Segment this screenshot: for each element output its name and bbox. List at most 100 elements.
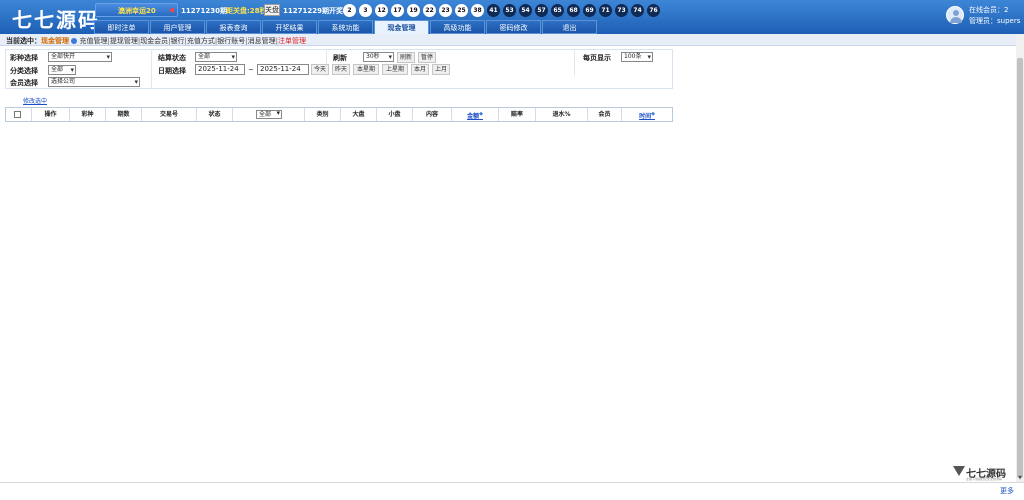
select-all-cell [6,108,32,121]
settle-select[interactable]: 全部 [195,52,237,62]
today-button[interactable]: 今天 [311,64,329,75]
site-logo: 七七源码 [12,8,100,32]
col-big-market: 大盘 [341,108,377,121]
sort-icon: ◆ [479,111,483,117]
refresh-label: 刷新 [333,54,347,62]
this-month-button[interactable]: 本月 [411,64,429,75]
col-status: 状态 [197,108,233,121]
select-all-checkbox[interactable] [14,111,21,118]
subnav-recharge[interactable]: 充值管理 [79,37,107,45]
result-ball: 65 [551,4,564,17]
result-ball: 76 [647,4,660,17]
tab-reports[interactable]: 报表查询 [206,20,261,34]
pause-button[interactable]: 暂停 [418,52,436,63]
time-sort-link[interactable]: 时间 [639,113,651,120]
tab-draw-results[interactable]: 开奖结果 [262,20,317,34]
result-ball: 41 [487,4,500,17]
yesterday-button[interactable]: 昨天 [332,64,350,75]
member-select[interactable]: 选择公司 [48,77,140,87]
result-ball: 3 [359,4,372,17]
this-week-button[interactable]: 本星期 [353,64,379,75]
col-status-filter: 全部 [233,108,305,121]
col-type: 类别 [305,108,341,121]
col-content: 内容 [413,108,452,121]
tab-live-bets[interactable]: 即时注单 [94,20,149,34]
amount-sort-link[interactable]: 金额 [467,113,479,120]
tab-logout[interactable]: 退出 [542,20,597,34]
col-odds: 赔率 [499,108,536,121]
refresh-interval-select[interactable]: 30秒 [363,52,394,62]
refresh-button[interactable]: 刷新 [397,52,415,63]
col-member: 会员 [588,108,622,121]
avatar-icon[interactable] [946,6,964,24]
lottery-selector[interactable]: 澳洲幸运20 ◀ [95,3,178,17]
scroll-down-icon[interactable]: ▼ [1016,474,1024,482]
date-to-field[interactable]: 2025-11-24 [257,64,309,75]
user-info: 在线会员：2 管理员：supers [946,4,1024,30]
close-market-button[interactable]: 关盘 [264,4,280,16]
settle-label: 结算状态 [158,54,186,62]
admin-user: 管理员：supers [969,17,1021,25]
page-size-select[interactable]: 100条 [621,52,653,62]
result-ball: 68 [567,4,580,17]
last-week-button[interactable]: 上星期 [382,64,408,75]
result-ball: 69 [583,4,596,17]
result-ball: 38 [471,4,484,17]
tab-advanced[interactable]: 高级功能 [430,20,485,34]
category-label: 分类选择 [10,67,38,75]
close-countdown: 距关盘:28秒 [226,7,267,15]
sort-icon: ◆ [651,111,655,117]
lottery-select[interactable]: 全部快开 [48,52,112,62]
col-issue: 期数 [106,108,142,121]
chevron-down-icon: ◀ [168,6,174,14]
result-ball: 73 [615,4,628,17]
result-ball: 74 [631,4,644,17]
col-small-market: 小盘 [377,108,413,121]
category-select[interactable]: 全部 [48,65,76,75]
col-rebate: 退水% [536,108,588,121]
scroll-thumb[interactable] [1017,58,1023,478]
result-ball: 2 [343,4,356,17]
result-ball: 71 [599,4,612,17]
lottery-label: 彩种选择 [10,54,38,62]
footer-bar: 更多 [0,482,1024,500]
logo-triangle-icon [953,466,965,476]
tab-change-password[interactable]: 密码修改 [486,20,541,34]
date-from-field[interactable]: 2025-11-24 [195,64,245,75]
subnav-bank-account[interactable]: 银行账号 [217,37,245,45]
bets-table-header: 操作 彩种 期数 交易号 状态 全部 类别 大盘 小盘 内容 金额◆ 赔率 退水… [5,107,673,122]
col-amount[interactable]: 金额◆ [452,108,499,121]
last-month-button[interactable]: 上月 [432,64,450,75]
date-label: 日期选择 [158,67,186,75]
page-size-label: 每页显示 [583,54,611,62]
subnav-cash-members[interactable]: 现金会员 [140,37,168,45]
subnav-withdraw[interactable]: 提现管理 [110,37,138,45]
site-watermark: 七七源码 全站下载最稳定安全的源码 [953,465,1017,483]
status-filter-select[interactable]: 全部 [256,110,282,119]
previous-issue: 11271229期开奖 [283,7,343,15]
col-action: 操作 [32,108,70,121]
dot-icon [71,38,78,44]
result-ball: 12 [375,4,388,17]
current-label: 当前选中： [6,37,41,45]
tab-user-management[interactable]: 用户管理 [150,20,205,34]
current-issue: 11271230期 [181,7,227,15]
member-label: 会员选择 [10,79,38,87]
current-section: 现金管理 [41,37,69,45]
col-time[interactable]: 时间◆ [622,108,672,121]
subnav-bet-management[interactable]: 注单管理 [278,37,306,45]
result-ball: 57 [535,4,548,17]
result-balls: 2 3 12 17 19 22 23 25 38 41 53 54 57 65 … [343,4,660,17]
subnav-messages[interactable]: 消息管理 [248,37,276,45]
main-tabs: 即时注单 用户管理 报表查询 开奖结果 系统功能 现金管理 高级功能 密码修改 … [94,20,597,34]
more-link[interactable]: 更多 [1000,486,1014,496]
subnav-recharge-method[interactable]: 充值方式 [187,37,215,45]
result-ball: 19 [407,4,420,17]
tab-cash-management[interactable]: 现金管理 [374,20,429,34]
subnav-bank[interactable]: 银行 [171,37,185,45]
modify-selected-link[interactable]: 修改选中 [23,96,47,105]
tab-system[interactable]: 系统功能 [318,20,373,34]
result-ball: 54 [519,4,532,17]
vertical-scrollbar[interactable]: ▲ ▼ [1016,34,1024,482]
col-lottery: 彩种 [70,108,106,121]
